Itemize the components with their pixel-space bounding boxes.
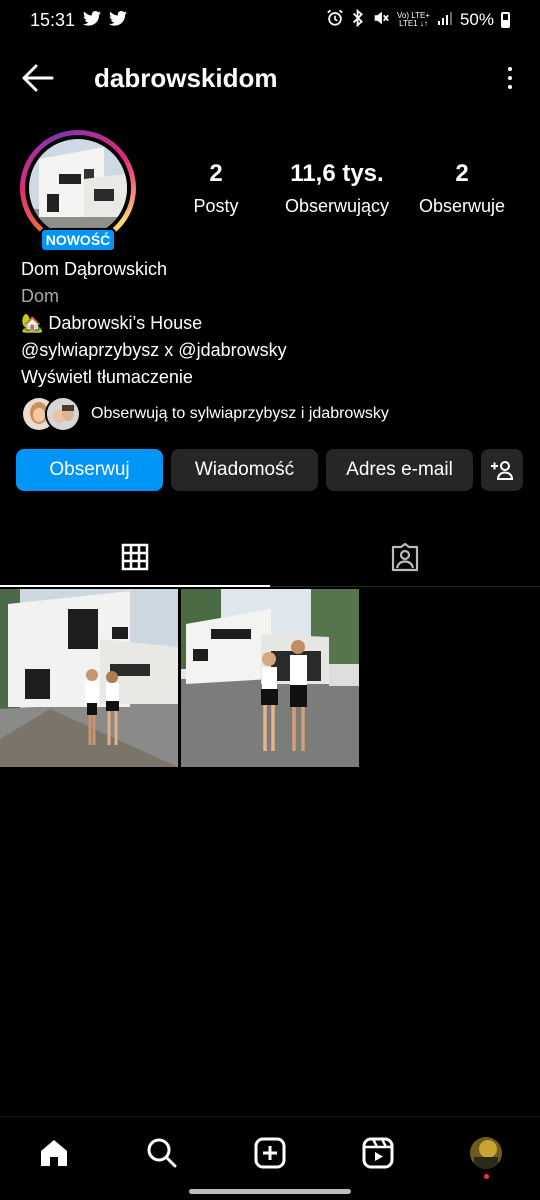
mute-icon	[372, 9, 390, 32]
dot	[508, 76, 512, 80]
posts-stat[interactable]: 2 Posty	[170, 160, 262, 217]
dot	[508, 85, 512, 89]
alarm-icon	[326, 9, 344, 32]
profile-header: dabrowskidom	[0, 52, 540, 104]
profile-actions: Obserwuj Wiadomość Adres e-mail	[16, 449, 523, 491]
post-thumbnail[interactable]	[181, 589, 359, 767]
nav-search[interactable]	[140, 1131, 184, 1175]
profile-bio: Dom Dąbrowskich Dom 🏡 Dabrowski’s House …	[21, 256, 287, 391]
tab-tagged[interactable]	[270, 528, 540, 586]
new-badge: NOWOŚĆ	[40, 228, 116, 252]
nav-create[interactable]	[248, 1131, 292, 1175]
vertical-dots-icon	[508, 67, 512, 71]
battery-icon	[501, 12, 510, 28]
display-name: Dom Dąbrowskich	[21, 259, 168, 279]
signal-icon	[437, 10, 453, 31]
posts-count: 2	[209, 160, 223, 187]
bio-line: 🏡 Dabrowski’s House	[21, 313, 203, 333]
network-indicator: Vo) LTE+ LTE1 ↓↑	[397, 12, 430, 28]
more-options-button[interactable]	[498, 58, 522, 98]
home-icon	[41, 1140, 67, 1166]
posts-grid	[0, 589, 359, 767]
bottom-navigation	[0, 1116, 540, 1200]
avatar	[470, 1137, 502, 1169]
reels-icon	[362, 1137, 394, 1169]
profile-tabs	[0, 528, 540, 587]
message-button[interactable]: Wiadomość	[171, 449, 318, 491]
email-button[interactable]: Adres e-mail	[326, 449, 473, 491]
avatar-image	[29, 139, 127, 237]
twitter-icon	[83, 10, 102, 31]
translate-link[interactable]: Wyświetl tłumaczenie	[21, 364, 287, 391]
mutual-followers[interactable]: Obserwują to sylwiaprzybysz i jdabrowsky	[21, 396, 389, 432]
posts-label: Posty	[193, 196, 239, 216]
tagged-person-icon	[391, 542, 419, 572]
followers-stat[interactable]: 11,6 tys. Obserwujący	[262, 160, 412, 217]
notification-dot	[484, 1174, 489, 1179]
bio-mentions[interactable]: @sylwiaprzybysz x @jdabrowsky	[21, 337, 287, 364]
status-time: 15:31	[30, 9, 76, 30]
follow-button[interactable]: Obserwuj	[16, 449, 163, 491]
add-person-icon	[491, 461, 514, 480]
followers-label: Obserwujący	[284, 196, 390, 216]
following-count: 2	[455, 160, 469, 187]
mutual-followers-text: Obserwują to sylwiaprzybysz i jdabrowsky	[91, 405, 389, 422]
search-icon	[147, 1138, 177, 1168]
home-indicator[interactable]	[189, 1189, 351, 1194]
following-label: Obserwuje	[418, 196, 506, 216]
suggested-accounts-button[interactable]	[481, 449, 523, 491]
avatar-border	[25, 135, 131, 241]
network-bottom-label: LTE1 ↓↑	[399, 19, 428, 28]
create-post-icon	[254, 1137, 286, 1169]
page-title: dabrowskidom	[94, 62, 278, 93]
twitter-icon	[109, 10, 128, 31]
arrow-left-icon	[22, 64, 54, 92]
mutual-avatars	[21, 396, 81, 432]
nav-profile[interactable]	[464, 1131, 508, 1179]
nav-reels[interactable]	[356, 1131, 400, 1175]
grid-icon	[121, 543, 149, 571]
profile-avatar[interactable]: NOWOŚĆ	[20, 130, 136, 252]
profile-stats: 2 Posty 11,6 tys. Obserwujący 2 Obserwuj…	[170, 160, 520, 217]
nav-home[interactable]	[32, 1131, 76, 1175]
profile-category: Dom	[21, 286, 60, 306]
bluetooth-icon	[351, 8, 365, 32]
followers-count: 11,6 tys.	[290, 160, 384, 187]
post-thumbnail[interactable]	[0, 589, 178, 767]
tab-posts-grid[interactable]	[0, 528, 270, 587]
back-button[interactable]	[18, 58, 58, 98]
battery-percent: 50%	[459, 10, 494, 29]
following-stat[interactable]: 2 Obserwuje	[412, 160, 512, 217]
status-bar: 15:31 Vo) LTE+ LTE1 ↓↑ 50%	[0, 0, 540, 40]
avatar	[45, 396, 81, 432]
